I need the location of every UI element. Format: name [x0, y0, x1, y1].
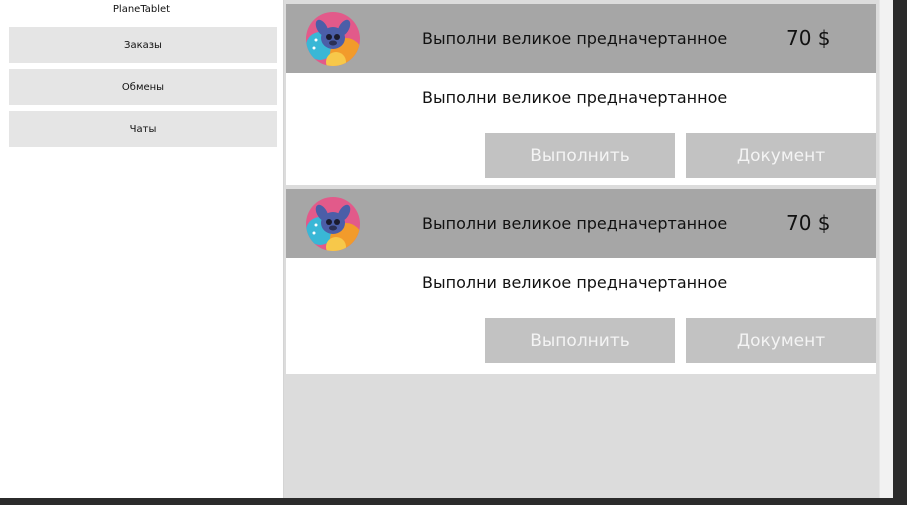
order-title: Выполни великое предначертанное	[422, 29, 728, 48]
execute-button[interactable]: Выполнить	[485, 318, 675, 363]
sidebar-item-orders[interactable]: Заказы	[9, 27, 277, 63]
avatar-icon	[306, 12, 360, 66]
document-button[interactable]: Документ	[686, 133, 876, 178]
app-window: PlaneTablet Заказы Обмены Чаты Выполни в…	[0, 0, 893, 498]
order-price: 70 $	[786, 211, 831, 235]
avatar-icon	[306, 197, 360, 251]
app-title: PlaneTablet	[112, 4, 171, 15]
orders-panel: Выполни великое предначертанное 70 $ Вып…	[284, 0, 879, 498]
scrollbar[interactable]	[879, 0, 893, 498]
sidebar-item-exchanges[interactable]: Обмены	[9, 69, 277, 105]
sidebar: PlaneTablet Заказы Обмены Чаты	[0, 0, 284, 498]
order-card-header: Выполни великое предначертанное 70 $	[286, 4, 876, 73]
order-card-header: Выполни великое предначертанное 70 $	[286, 189, 876, 258]
order-card: Выполни великое предначертанное 70 $ Вып…	[286, 4, 876, 185]
order-price: 70 $	[786, 26, 831, 50]
order-description: Выполни великое предначертанное	[422, 273, 728, 292]
order-card: Выполни великое предначертанное 70 $ Вып…	[286, 189, 876, 374]
order-title: Выполни великое предначертанное	[422, 214, 728, 233]
execute-button[interactable]: Выполнить	[485, 133, 675, 178]
sidebar-item-chats[interactable]: Чаты	[9, 111, 277, 147]
order-description: Выполни великое предначертанное	[422, 88, 728, 107]
document-button[interactable]: Документ	[686, 318, 876, 363]
